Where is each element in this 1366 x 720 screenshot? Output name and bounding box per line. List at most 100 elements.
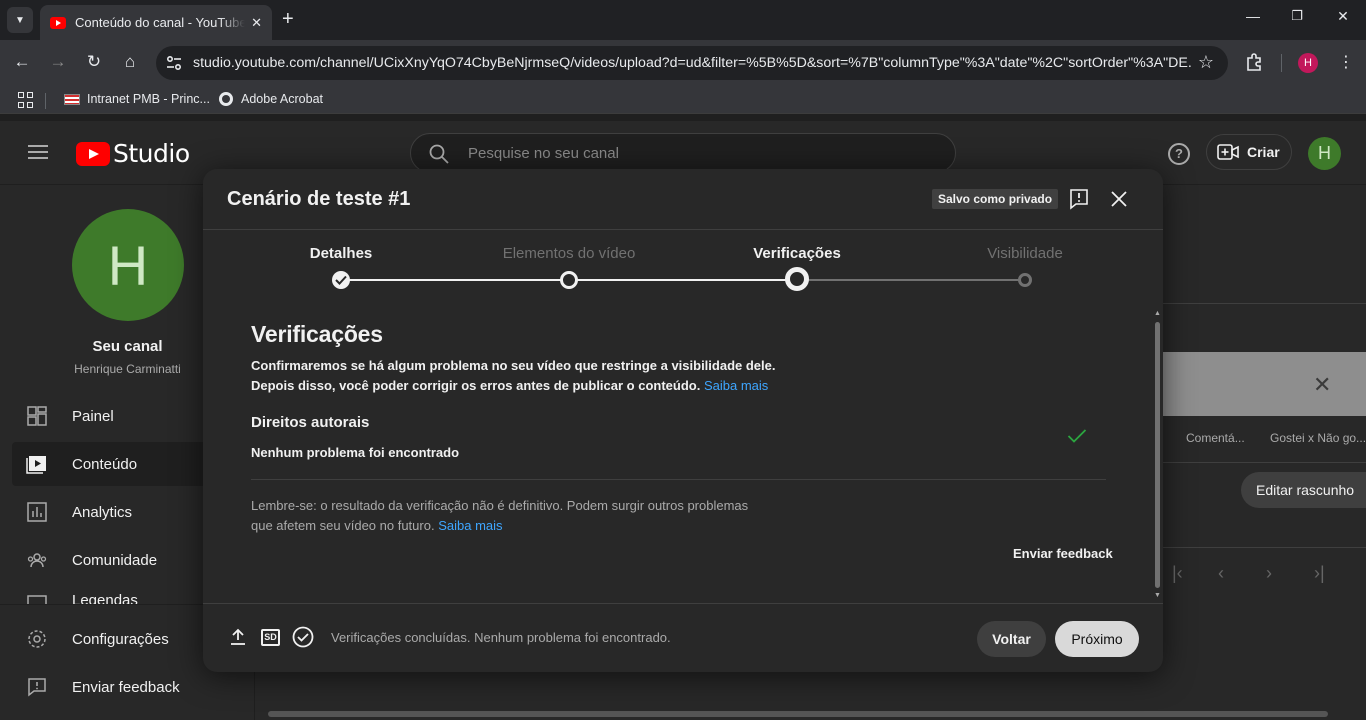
next-page-icon[interactable]: ›: [1266, 563, 1272, 584]
sidebar-item-label: Configurações: [72, 630, 169, 648]
window-close-button[interactable]: ✕: [1333, 8, 1353, 25]
saved-private-badge: Salvo como privado: [932, 189, 1059, 209]
banner-close-icon[interactable]: ✕: [1313, 372, 1331, 398]
step-current-dot[interactable]: [785, 267, 809, 291]
studio-logo[interactable]: Studio: [76, 139, 190, 168]
profile-avatar[interactable]: H: [1298, 53, 1318, 73]
close-icon[interactable]: [1109, 189, 1129, 209]
bg-banner: [1161, 352, 1366, 416]
upload-stepper: Detalhes Elementos do vídeo Verificações…: [203, 231, 1163, 301]
step-label-detalhes[interactable]: Detalhes: [310, 245, 373, 262]
apps-grid-icon[interactable]: [18, 92, 34, 108]
dialog-footer: SD Verificações concluídas. Nenhum probl…: [203, 603, 1163, 672]
reminder-learn-more-link[interactable]: Saiba mais: [438, 518, 502, 533]
bookmark-label: Adobe Acrobat: [241, 92, 324, 106]
tab-search-button[interactable]: ▼: [7, 7, 33, 33]
prev-page-icon[interactable]: ‹: [1218, 563, 1224, 584]
sidebar-item-label: Painel: [72, 407, 114, 425]
upload-dialog: Cenário de teste #1 Salvo como privado D…: [203, 169, 1163, 672]
community-icon: [27, 553, 47, 568]
edit-draft-button[interactable]: Editar rascunho: [1241, 472, 1366, 508]
back-button[interactable]: Voltar: [977, 621, 1046, 657]
dashboard-icon: [27, 406, 47, 426]
channel-search[interactable]: Pesquise no seu canal: [410, 133, 956, 173]
sidebar-item-label: Enviar feedback: [72, 678, 180, 696]
stepper-remaining-line: [797, 279, 1025, 281]
browser-tab[interactable]: Conteúdo do canal - YouTube Studio ✕: [40, 5, 272, 40]
search-icon: [429, 144, 449, 164]
dialog-scrollbar[interactable]: [1155, 322, 1160, 588]
create-video-icon: [1217, 144, 1239, 160]
extensions-icon[interactable]: [1244, 52, 1264, 72]
upload-icon[interactable]: [230, 628, 246, 646]
sidebar-item-label: Legendas: [72, 592, 138, 604]
toolbar-separator: [1281, 54, 1282, 72]
step-label-elementos[interactable]: Elementos do vídeo: [503, 245, 636, 262]
url-path: /channel/UCixXnyYqO74CbyBeNjrmseQ/videos…: [316, 55, 1193, 71]
account-avatar[interactable]: H: [1308, 137, 1341, 170]
bg-divider: [1161, 303, 1366, 304]
globe-icon: [219, 92, 233, 106]
browser-tabbar: ▼ Conteúdo do canal - YouTube Studio ✕ +…: [0, 0, 1366, 40]
address-bar[interactable]: studio.youtube.com/channel/UCixXnyYqO74C…: [156, 46, 1228, 80]
search-placeholder: Pesquise no seu canal: [468, 145, 619, 162]
bookmarks-separator: [45, 93, 46, 109]
flag-icon: [64, 93, 80, 105]
help-icon[interactable]: ?: [1168, 143, 1190, 165]
bookmark-star-icon[interactable]: ☆: [1198, 52, 1214, 73]
create-button[interactable]: Criar: [1206, 134, 1292, 170]
channel-avatar[interactable]: H: [72, 209, 184, 321]
back-arrow-icon[interactable]: ←: [11, 52, 33, 72]
dialog-header: Cenário de teste #1 Salvo como privado: [203, 169, 1163, 230]
scroll-up-arrow-icon[interactable]: ▲: [1154, 310, 1161, 317]
step-elements-dot[interactable]: [560, 271, 578, 289]
site-info-icon[interactable]: [166, 55, 182, 71]
subtitles-icon: [27, 595, 47, 604]
copyright-status: Nenhum problema foi encontrado: [251, 445, 460, 460]
minimize-button[interactable]: —: [1243, 8, 1263, 24]
bookmark-label: Intranet PMB - Princ...: [87, 92, 210, 106]
bookmark-intranet[interactable]: Intranet PMB - Princ...: [64, 92, 210, 106]
first-page-icon[interactable]: |‹: [1172, 563, 1183, 584]
feedback-icon: [28, 678, 46, 697]
settings-icon: [28, 630, 46, 648]
analytics-icon: [27, 502, 47, 522]
scroll-down-arrow-icon[interactable]: ▼: [1154, 592, 1161, 599]
next-button[interactable]: Próximo: [1055, 621, 1139, 657]
column-header-comments[interactable]: Comentá...: [1186, 431, 1245, 445]
reload-icon[interactable]: ↻: [83, 52, 105, 72]
sidebar-item-label: Conteúdo: [72, 455, 138, 473]
tab-close-icon[interactable]: ✕: [251, 15, 262, 31]
hamburger-menu-icon[interactable]: [28, 145, 48, 159]
new-tab-button[interactable]: +: [282, 8, 294, 31]
step-visibility-dot[interactable]: [1018, 273, 1032, 287]
bookmark-adobe[interactable]: Adobe Acrobat: [219, 92, 323, 106]
column-header-likes[interactable]: Gostei x Não go...: [1270, 431, 1366, 445]
browser-toolbar: ← → ↻ ⌂ studio.youtube.com/channel/UCixX…: [0, 40, 1366, 86]
forward-arrow-icon[interactable]: →: [47, 52, 69, 72]
home-icon[interactable]: ⌂: [119, 52, 141, 72]
url-text: studio.youtube.com/channel/UCixXnyYqO74C…: [193, 55, 1193, 71]
step-label-verificacoes[interactable]: Verificações: [753, 245, 841, 262]
sidebar-item-label: Comunidade: [72, 551, 158, 569]
browser-menu-icon[interactable]: ⋮: [1338, 52, 1354, 72]
create-label: Criar: [1247, 144, 1280, 160]
last-page-icon[interactable]: ›|: [1314, 563, 1325, 584]
step-done-check-icon[interactable]: [332, 271, 350, 289]
checks-reminder: Lembre-se: o resultado da verificação nã…: [251, 496, 771, 536]
report-issue-icon[interactable]: [1069, 188, 1089, 210]
horizontal-scrollbar[interactable]: [268, 711, 1328, 717]
checks-complete-icon[interactable]: [292, 626, 314, 648]
youtube-logo-icon: [76, 141, 110, 166]
checks-section-title: Verificações: [251, 321, 383, 347]
checks-description-text: Confirmaremos se há algum problema no se…: [251, 358, 776, 393]
step-label-visibilidade[interactable]: Visibilidade: [987, 245, 1063, 262]
youtube-favicon-icon: [50, 16, 66, 29]
bookmarks-bar: Intranet PMB - Princ... Adobe Acrobat: [0, 86, 1366, 114]
check-ok-icon: [1067, 429, 1087, 443]
sd-quality-icon[interactable]: SD: [261, 629, 280, 646]
learn-more-link[interactable]: Saiba mais: [704, 378, 768, 393]
restore-button[interactable]: ❐: [1287, 8, 1307, 24]
dialog-title: Cenário de teste #1: [227, 188, 411, 210]
send-feedback-button[interactable]: Enviar feedback: [1013, 546, 1113, 561]
